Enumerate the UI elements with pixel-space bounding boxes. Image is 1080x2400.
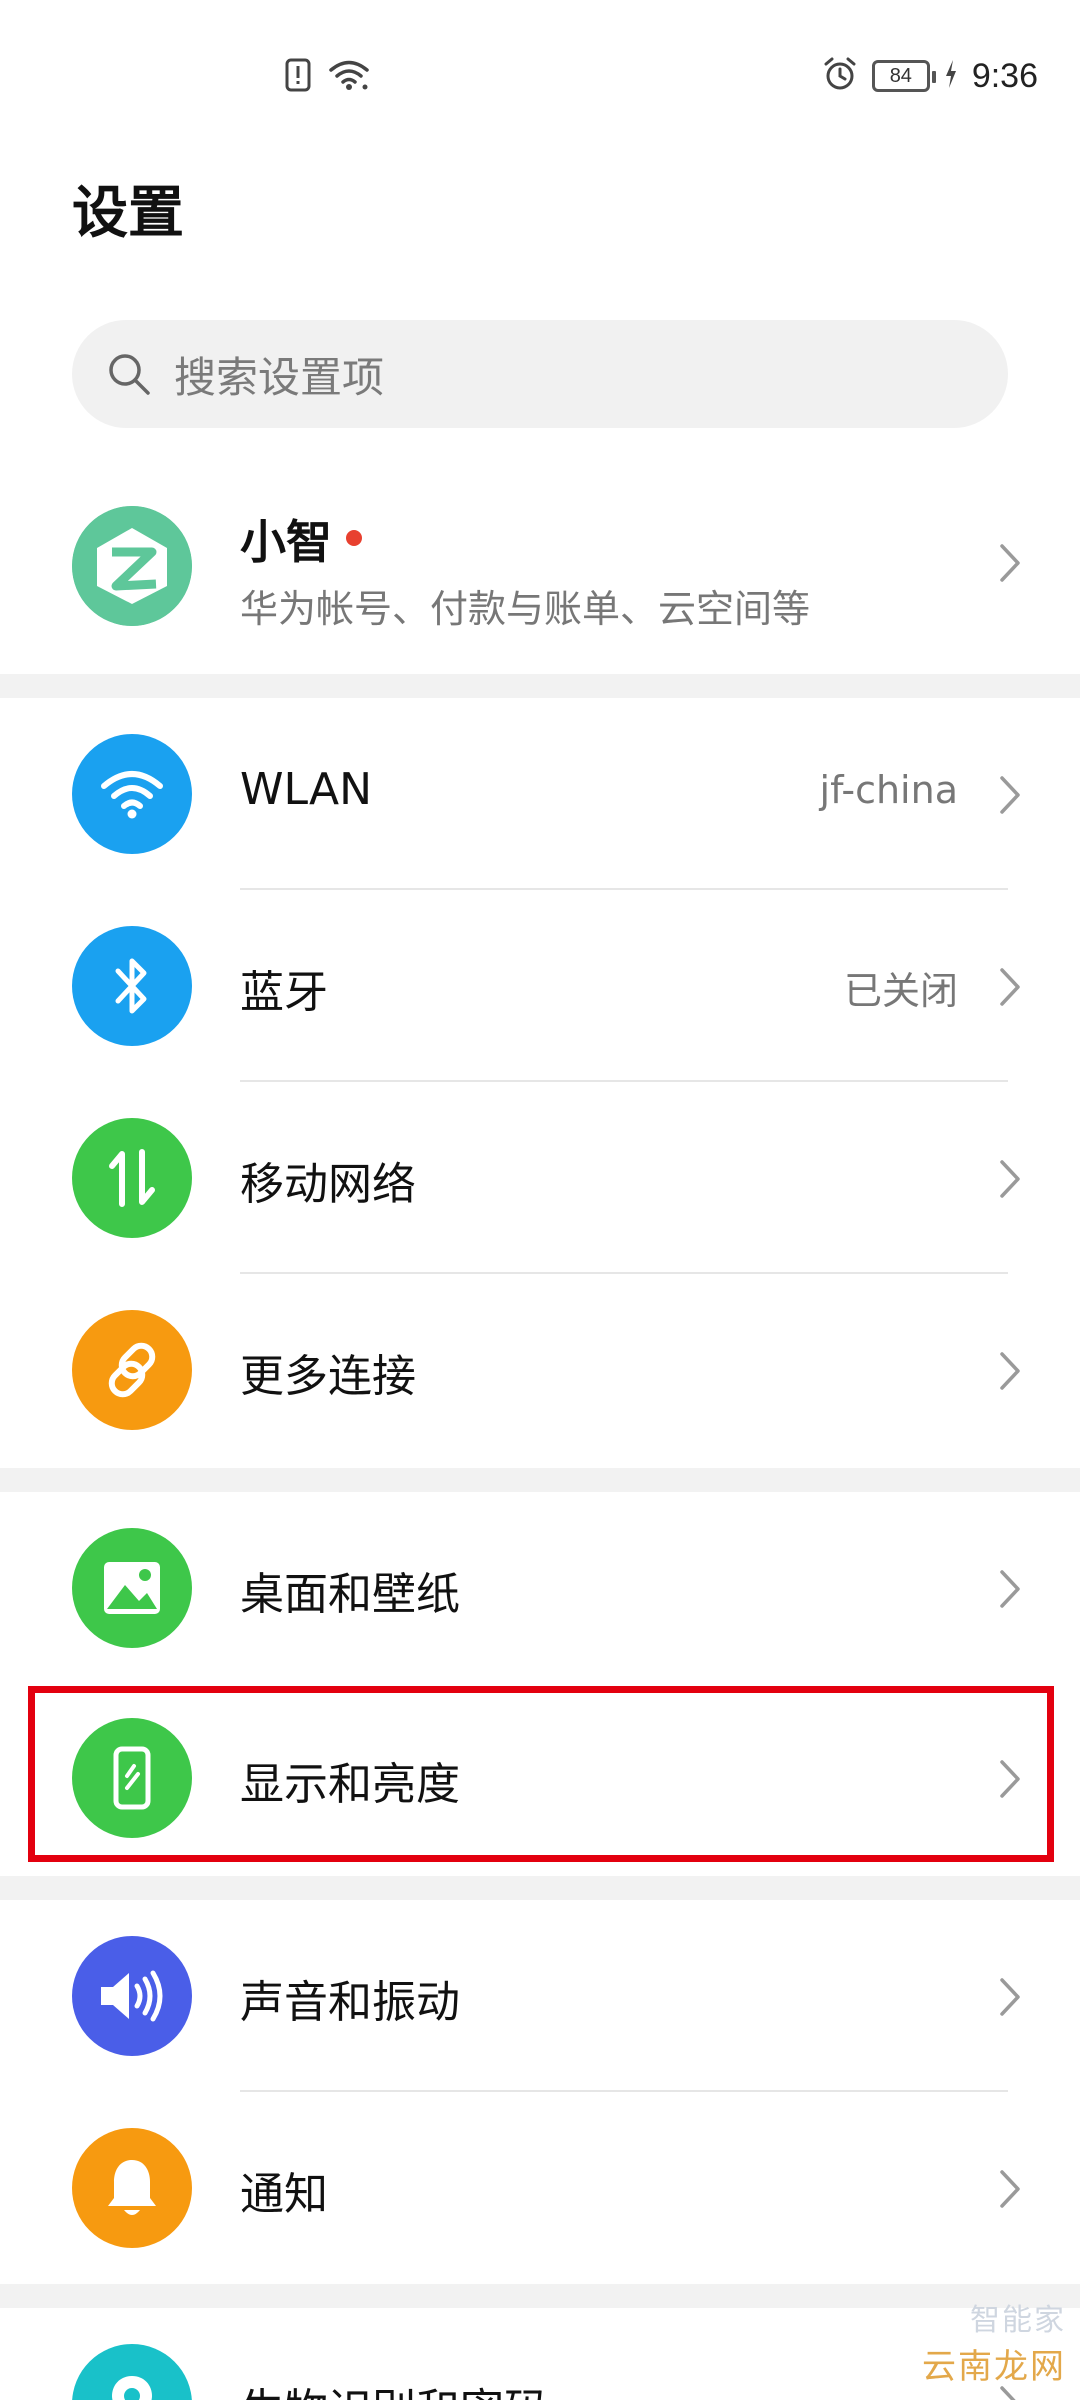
status-time: 9:36 <box>971 56 1038 95</box>
item-label: 更多连接 <box>240 1351 416 1402</box>
notification-dot <box>346 530 362 546</box>
bell-icon <box>72 2128 192 2248</box>
chevron-right-icon <box>998 542 1022 588</box>
status-bar: 84 9:36 <box>0 0 1080 150</box>
avatar <box>72 506 192 626</box>
page-title: 设置 <box>72 181 184 246</box>
chevron-right-icon <box>998 2168 1022 2214</box>
chevron-right-icon <box>998 1568 1022 1614</box>
settings-item-mobile-network[interactable]: 移动网络 <box>0 1082 1080 1274</box>
search-icon <box>106 349 156 399</box>
search-bar[interactable]: 搜索设置项 <box>72 320 1008 428</box>
account-subtitle: 华为帐号、付款与账单、云空间等 <box>240 587 811 631</box>
wifi-icon <box>72 734 192 854</box>
account-row[interactable]: 小智 华为帐号、付款与账单、云空间等 <box>0 490 1080 670</box>
search-placeholder: 搜索设置项 <box>174 352 385 402</box>
section-gap <box>0 1468 1080 1492</box>
item-value: 已关闭 <box>843 969 958 1013</box>
item-label: 通知 <box>240 2169 328 2220</box>
settings-item-biometrics-password[interactable]: 生物识别和密码 <box>0 2308 1080 2400</box>
wallpaper-icon <box>72 1528 192 1648</box>
charging-icon <box>944 59 958 93</box>
account-name: 小智 <box>240 515 332 569</box>
settings-page: 84 9:36 设置 搜索设置项 小智 华为帐号、付款与账单、云空间等 WLAN… <box>0 0 1080 2400</box>
item-value: jf-china <box>819 768 958 812</box>
link-icon <box>72 1310 192 1430</box>
chevron-right-icon <box>998 966 1022 1012</box>
wifi-icon <box>329 59 369 95</box>
bluetooth-icon <box>72 926 192 1046</box>
alarm-icon <box>822 56 858 96</box>
settings-item-bluetooth[interactable]: 蓝牙 已关闭 <box>0 890 1080 1082</box>
item-label: 桌面和壁纸 <box>240 1569 460 1620</box>
mobile-data-icon <box>72 1118 192 1238</box>
settings-item-more-connections[interactable]: 更多连接 <box>0 1274 1080 1466</box>
chevron-right-icon <box>998 774 1022 820</box>
sim-alert-icon <box>285 58 311 96</box>
section-gap <box>0 2284 1080 2308</box>
settings-item-sound-vibration[interactable]: 声音和振动 <box>0 1900 1080 2092</box>
item-label: 蓝牙 <box>240 967 328 1018</box>
chevron-right-icon <box>998 1350 1022 1396</box>
chevron-right-icon <box>998 1158 1022 1204</box>
settings-item-wallpaper[interactable]: 桌面和壁纸 <box>0 1492 1080 1684</box>
settings-item-notifications[interactable]: 通知 <box>0 2092 1080 2284</box>
settings-item-wlan[interactable]: WLAN jf-china <box>0 698 1080 890</box>
item-label: 生物识别和密码 <box>240 2374 548 2400</box>
section-gap <box>0 1876 1080 1900</box>
watermark: 智能家 云南龙网 <box>922 2303 1066 2387</box>
chevron-right-icon <box>998 1976 1022 2022</box>
battery-icon: 84 <box>871 60 936 92</box>
highlight-box <box>28 1686 1054 1862</box>
location-pin-icon <box>72 2344 192 2400</box>
item-label: 声音和振动 <box>240 1977 460 2028</box>
item-label: 移动网络 <box>240 1159 416 1210</box>
item-label: WLAN <box>240 764 373 815</box>
section-gap <box>0 674 1080 698</box>
volume-icon <box>72 1936 192 2056</box>
